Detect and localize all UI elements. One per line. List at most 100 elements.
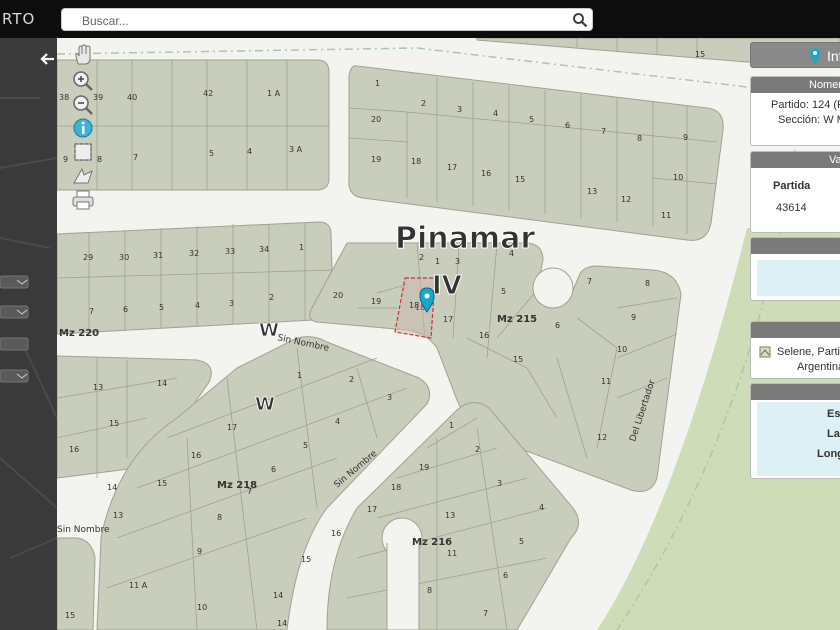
parcel-number: 12 xyxy=(621,195,631,204)
sector-label: IV xyxy=(432,271,462,301)
hand-icon[interactable] xyxy=(70,44,96,66)
latitude-label: Lat xyxy=(827,428,840,440)
left-panel-background xyxy=(0,38,57,630)
partida-label: Partida xyxy=(773,180,811,192)
parcel-number: 17 xyxy=(227,423,237,432)
block-mz-220 xyxy=(57,221,334,335)
parcel-number: 1 xyxy=(299,243,304,252)
search-box xyxy=(61,8,593,31)
select-icon[interactable] xyxy=(70,141,96,163)
parcel-number: 9 xyxy=(63,155,68,164)
partida-value: 43614 xyxy=(776,202,807,214)
parcel-number: 19 xyxy=(371,155,381,164)
parcel-number: 7 xyxy=(587,277,592,286)
address-header xyxy=(751,322,840,338)
parcel-number: 15 xyxy=(301,555,311,564)
parcel-number: 1 A xyxy=(267,89,281,98)
parcel-number: 2 xyxy=(349,375,354,384)
parcel-number: 14 xyxy=(277,619,287,628)
longitude-label: Long xyxy=(817,448,840,460)
map-view[interactable]: Pinamar IV W W Sin Nombre Sin Nombre Sin… xyxy=(57,38,840,630)
parcel-number: 8 xyxy=(217,513,222,522)
parcel-number: 34 xyxy=(259,245,269,254)
parcel-number: 4 xyxy=(335,417,340,426)
coordinates-header xyxy=(751,384,840,400)
parcel-number: 6 xyxy=(555,321,560,330)
parcel-number: 13 xyxy=(93,383,103,392)
valuation-header: Val xyxy=(751,152,840,168)
zone-label-1: W xyxy=(259,320,279,341)
coordinates-card: Esc Lat Long xyxy=(750,383,840,479)
parcel-number: 5 xyxy=(159,303,164,312)
address-line-1: Selene, Partid xyxy=(777,346,840,358)
city-label: Pinamar xyxy=(395,221,535,256)
valuation-card: Val Partida 43614 xyxy=(750,151,840,233)
parcel-number: 15 xyxy=(695,50,705,59)
parcel-number: 17 xyxy=(367,505,377,514)
left-panel xyxy=(0,38,57,630)
parcel-number: 8 xyxy=(427,586,432,595)
parcel-number: 17 xyxy=(447,163,457,172)
parcel-number: 13 xyxy=(113,511,123,520)
block-top-left xyxy=(57,59,330,191)
coordinates-body: Esc Lat Long xyxy=(757,402,840,476)
nomenclature-header: Nomen xyxy=(751,77,840,93)
zoom-in-icon[interactable] xyxy=(70,69,96,91)
parcel-number: 14 xyxy=(273,591,283,600)
parcel-number: 18 xyxy=(391,483,401,492)
parcel-number: 7 xyxy=(483,609,488,618)
print-icon[interactable] xyxy=(70,189,96,211)
parcel-number: 3 xyxy=(229,299,234,308)
parcel-number: 7 xyxy=(133,153,138,162)
parcel-number: 16 xyxy=(191,451,201,460)
scale-label: Esc xyxy=(827,408,840,420)
measure-icon[interactable] xyxy=(70,165,96,187)
parcel-number: 20 xyxy=(371,115,381,124)
address-line-2: Argentina xyxy=(797,361,840,373)
search-input[interactable] xyxy=(80,12,564,30)
manzana-label-215: Mz 215 xyxy=(497,314,537,325)
parcel-number: 20 xyxy=(333,291,343,300)
parcel-number: 15 xyxy=(109,419,119,428)
zoom-out-icon[interactable] xyxy=(70,93,96,115)
location-pin-icon xyxy=(810,48,820,64)
seccion-line: Sección: W M xyxy=(778,114,840,126)
parcel-number: 1 xyxy=(297,371,302,380)
map-canvas[interactable]: Pinamar IV W W Sin Nombre Sin Nombre Sin… xyxy=(57,38,840,630)
parcel-number: 3 xyxy=(387,393,392,402)
info-panel-title: Inf xyxy=(827,48,840,64)
parcel-number: 42 xyxy=(203,89,213,98)
parcel-number: 11 A xyxy=(129,581,148,590)
parcel-number: 6 xyxy=(271,465,276,474)
parcel-number: 32 xyxy=(189,249,199,258)
partido-line: Partido: 124 (Pi xyxy=(771,99,840,111)
parcel-number: 40 xyxy=(127,93,137,102)
parcel-number: 5 xyxy=(303,441,308,450)
back-arrow-icon[interactable] xyxy=(40,52,56,66)
parcel-number: 16 xyxy=(481,169,491,178)
parcel-number: 4 xyxy=(493,109,498,118)
parcel-number: 30 xyxy=(119,253,129,262)
parcel-number: 2 xyxy=(475,445,480,454)
parcel-number: 3 xyxy=(455,257,460,266)
parcel-number: 7 xyxy=(89,307,94,316)
parcel-number: 17 xyxy=(443,315,453,324)
parcel-number: 5 xyxy=(529,115,534,124)
map-icon xyxy=(759,346,771,358)
parcel-number: 1 xyxy=(435,257,440,266)
parcel-number: 11 xyxy=(661,211,671,220)
parcel-number: 5 xyxy=(501,287,506,296)
parcel-number: 3 xyxy=(497,479,502,488)
parcel-number: 8 xyxy=(637,134,642,143)
parcel-number: 3 xyxy=(457,105,462,114)
zone-label-2: W xyxy=(255,394,275,415)
parcel-number: 4 xyxy=(539,503,544,512)
parcel-number: 4 xyxy=(247,147,252,156)
search-icon[interactable] xyxy=(572,12,588,28)
parcel-number: 19 xyxy=(419,463,429,472)
parcel-number: 29 xyxy=(83,253,93,262)
parcel-number: 16 xyxy=(69,445,79,454)
parcel-number: 15 xyxy=(157,479,167,488)
info-icon[interactable] xyxy=(70,117,96,139)
parcel-number: 33 xyxy=(225,247,235,256)
